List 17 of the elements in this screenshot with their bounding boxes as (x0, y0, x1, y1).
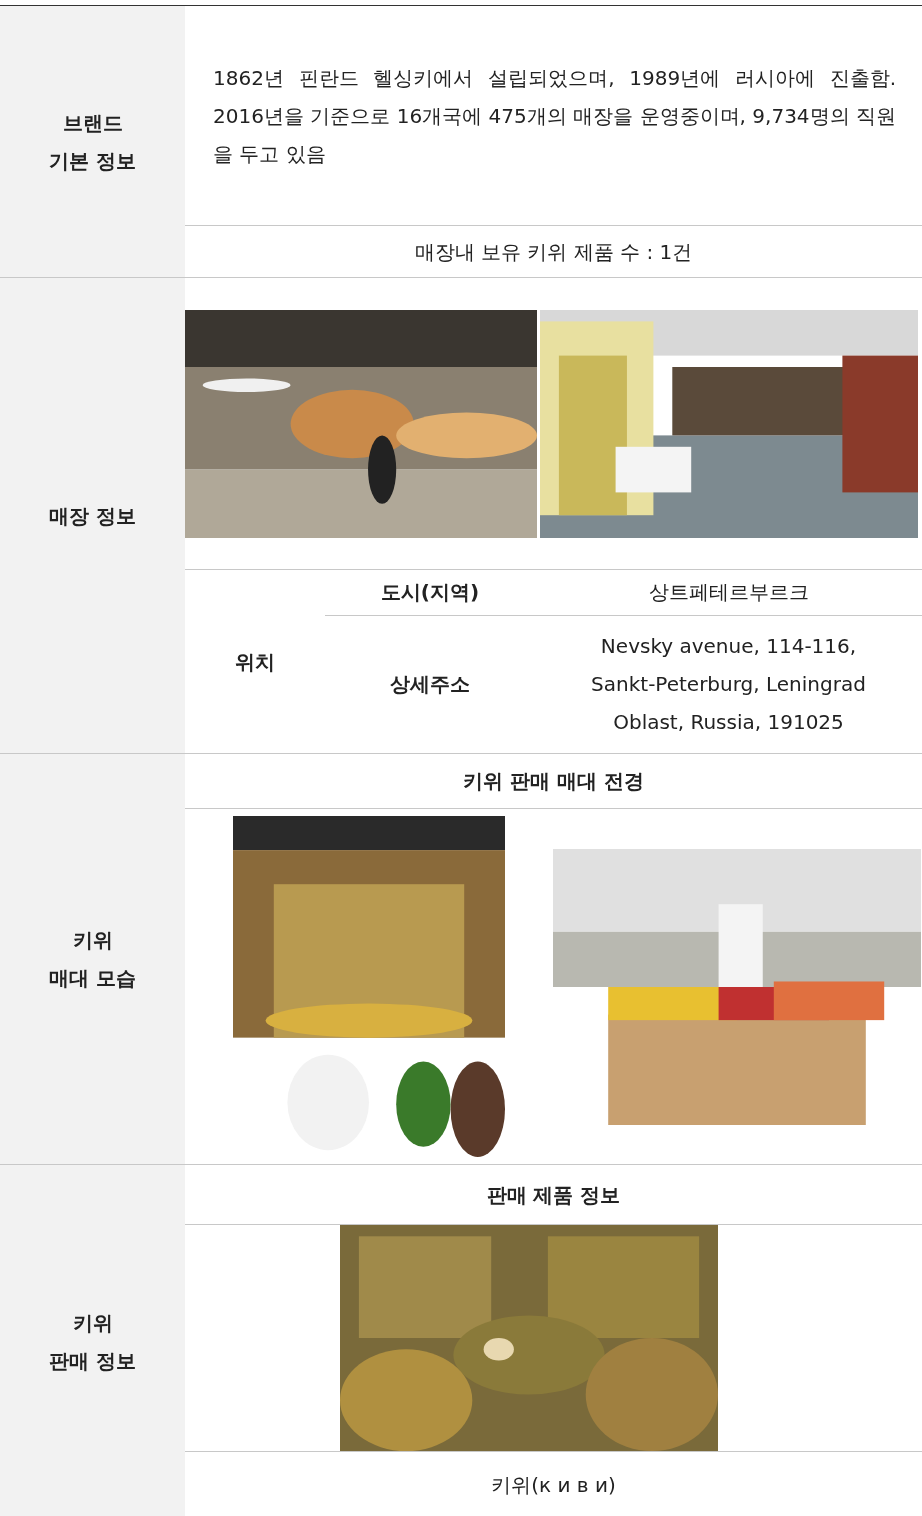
location-label: 위치 (235, 648, 275, 676)
caption-text: 키위(к и в и) (491, 1472, 616, 1499)
section-label: 매대 모습 (49, 965, 136, 992)
section-label: 키위 (72, 1309, 113, 1337)
section-header: 판매 제품 정보 (486, 1181, 621, 1209)
product-count-text: 매장내 보유 키위 제품 수 : 1건 (414, 238, 693, 266)
section-label: 브랜드 (62, 109, 123, 137)
description-text: 1862년 핀란드 헬싱키에서 설립되었으며, 1989년에 러시아에 진출함. 2016년을 기준으로 16개국에 475개의 매장을 운영중이며, 9,734명의 직원을 두고 있음 (212, 64, 897, 168)
section-label: 기본 정보 (49, 147, 136, 175)
field-value: 상트페테르부르크 (648, 579, 809, 607)
field-value: Nevsky avenue, 114-116, Sankt-Peterburg, Leningrad Oblast, Russia, 191025 (590, 633, 867, 737)
section-label: 매장 정보 (49, 502, 136, 530)
section-label: 키위 (72, 927, 113, 954)
section-label: 판매 정보 (49, 1347, 136, 1375)
section-header: 키위 판매 매대 전경 (463, 768, 644, 795)
field-label: 도시(지역) (380, 579, 480, 607)
field-label: 상세주소 (390, 671, 470, 699)
